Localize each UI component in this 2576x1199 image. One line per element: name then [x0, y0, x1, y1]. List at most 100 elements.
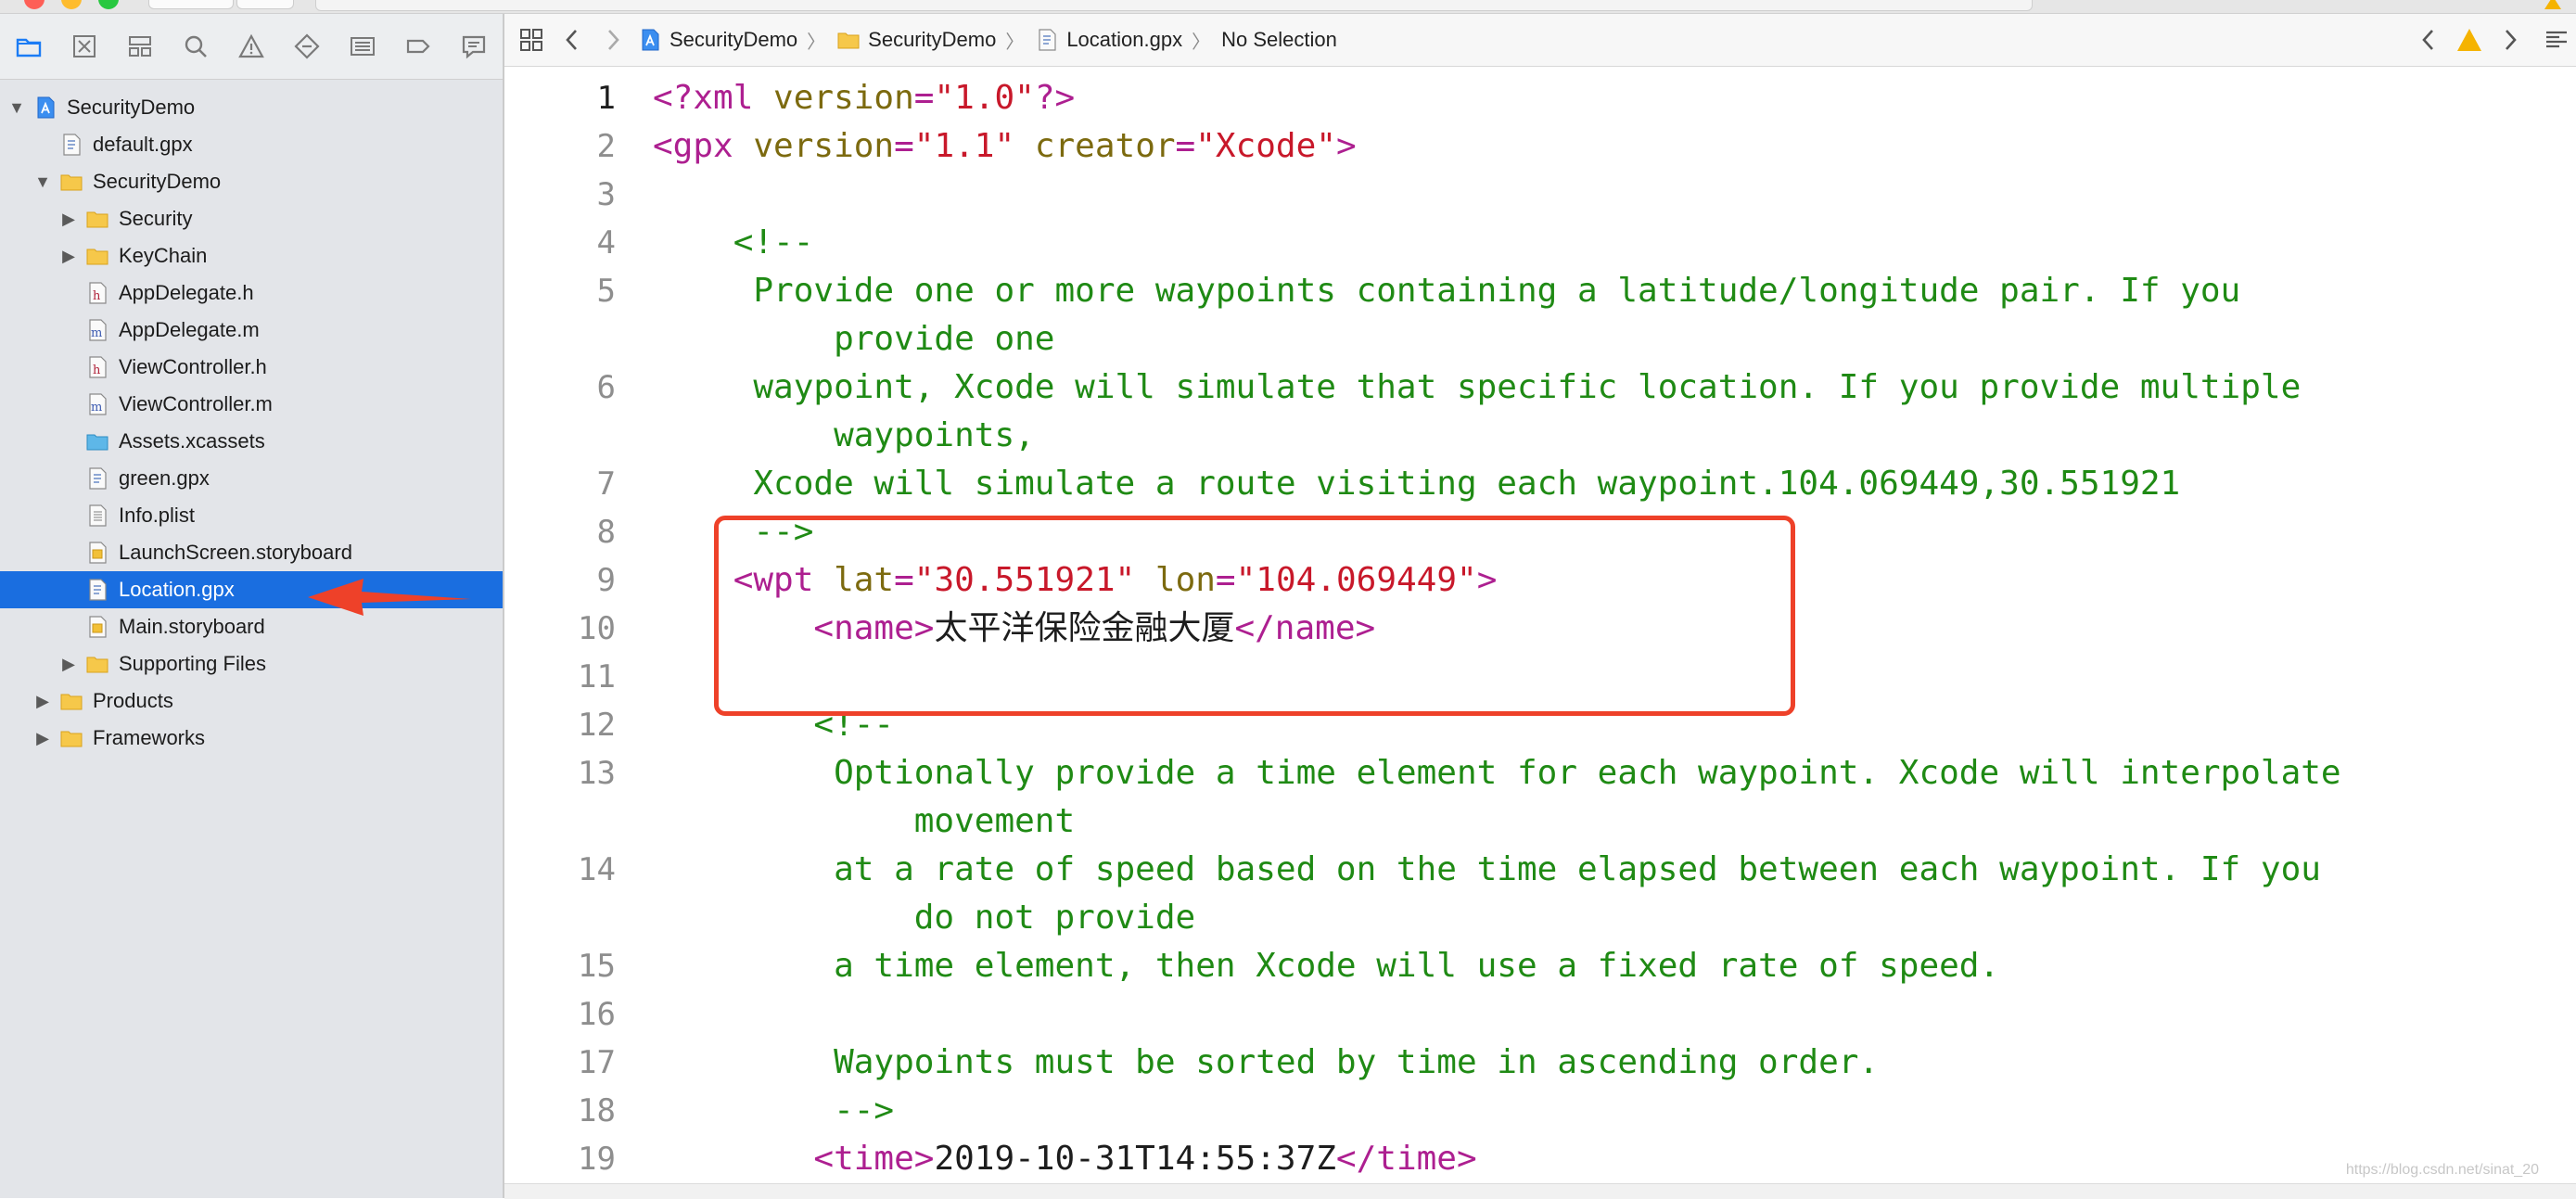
code-line[interactable]: 18 --> [504, 1087, 2576, 1135]
code-token: <gpx [653, 127, 754, 165]
tree-item-supporting-files[interactable]: ▶ Supporting Files [0, 645, 503, 682]
code-line[interactable]: 1 <?xml version="1.0"?> [504, 74, 2576, 122]
tree-item-products[interactable]: ▶ Products [0, 682, 503, 720]
tree-item-appdelegate-m[interactable]: m AppDelegate.m [0, 312, 503, 349]
tree-item-launchscreen-storyboard[interactable]: LaunchScreen.storyboard [0, 534, 503, 571]
tree-item-keychain[interactable]: ▶ KeyChain [0, 237, 503, 274]
symbol-navigator-icon[interactable] [122, 29, 158, 64]
next-issue-chevron-icon[interactable] [2496, 26, 2524, 54]
chevron-right-icon[interactable] [599, 26, 627, 54]
tree-item-appdelegate-h[interactable]: h AppDelegate.h [0, 274, 503, 312]
line-number: 5 [596, 273, 616, 310]
code-token: ?> [1034, 79, 1076, 117]
breakpoint-navigator-icon[interactable] [401, 29, 436, 64]
run-button[interactable] [148, 0, 234, 9]
stop-button[interactable] [236, 0, 294, 9]
file-tree: ▼ SecurityDemo default.gpx ▼ SecurityDemo ▶ Se… [0, 80, 503, 757]
code-line[interactable]: 13 Optionally provide a time element for… [504, 749, 2576, 797]
tree-item-label: KeyChain [119, 244, 208, 267]
code-line[interactable]: 19 <time>2019-10-31T14:55:37Z</time> [504, 1135, 2576, 1183]
disclosure-triangle-icon[interactable]: ▶ [33, 729, 52, 748]
minimize-window-button[interactable] [61, 0, 82, 9]
tree-item-info-plist[interactable]: Info.plist [0, 497, 503, 534]
line-number: 12 [578, 707, 616, 744]
tree-item-assets-xcassets[interactable]: Assets.xcassets [0, 423, 503, 460]
disclosure-triangle-icon[interactable]: ▶ [59, 655, 78, 674]
warning-icon[interactable] [2457, 29, 2481, 51]
code-token: <?xml [653, 79, 774, 117]
editor-options-icon[interactable] [2543, 26, 2570, 54]
svg-text:h: h [93, 364, 101, 377]
code-line[interactable]: 4 <!-- [504, 219, 2576, 267]
folder-icon [85, 652, 109, 676]
code-line[interactable]: 8 --> [504, 508, 2576, 556]
disclosure-triangle-icon[interactable]: ▶ [59, 210, 78, 229]
line-number: 14 [578, 851, 616, 888]
related-items-icon[interactable] [517, 26, 545, 54]
project-navigator-icon[interactable] [11, 29, 46, 64]
code-line[interactable]: 2 <gpx version="1.1" creator="Xcode"> [504, 122, 2576, 171]
scheme-activity-field[interactable] [315, 0, 2033, 11]
code-line[interactable]: 10 <name>太平洋保险金融大厦</name> [504, 605, 2576, 653]
code-token: movement [653, 802, 1076, 840]
code-line[interactable]: 9 <wpt lat="30.551921" lon="104.069449"> [504, 556, 2576, 605]
chevron-left-icon[interactable] [558, 26, 586, 54]
code-line[interactable]: 6 waypoint, Xcode will simulate that spe… [504, 364, 2576, 412]
code-token: at a rate of speed based on the time ela… [653, 850, 2321, 888]
breadcrumb-group[interactable]: SecurityDemo 〉 [836, 27, 1024, 54]
tree-item-security[interactable]: ▶ Security [0, 200, 503, 237]
code-line[interactable]: 3 [504, 171, 2576, 219]
tree-item-viewcontroller-m[interactable]: m ViewController.m [0, 386, 503, 423]
disclosure-triangle-icon[interactable]: ▼ [33, 172, 52, 192]
disclosure-triangle-icon[interactable]: ▶ [33, 692, 52, 711]
code-line[interactable]: 11 [504, 653, 2576, 701]
code-line[interactable]: do not provide [504, 894, 2576, 942]
test-navigator-icon[interactable] [289, 29, 325, 64]
code-line[interactable]: movement [504, 797, 2576, 846]
code-line[interactable]: 17 Waypoints must be sorted by time in a… [504, 1039, 2576, 1087]
source-editor: SecurityDemo 〉 SecurityDemo 〉 Location.g… [504, 14, 2576, 1199]
breadcrumb-project[interactable]: SecurityDemo 〉 [638, 27, 825, 54]
code-token: <!-- [653, 223, 814, 261]
code-token: "30.551921" [913, 561, 1136, 599]
tree-item-frameworks[interactable]: ▶ Frameworks [0, 720, 503, 757]
folder-icon [85, 207, 109, 231]
breadcrumb-file[interactable]: Location.gpx 〉 [1035, 27, 1210, 54]
code-line[interactable]: 7 Xcode will simulate a route visiting e… [504, 460, 2576, 508]
line-number: 19 [578, 1141, 616, 1178]
disclosure-triangle-icon[interactable]: ▶ [59, 247, 78, 266]
horizontal-scrollbar[interactable] [504, 1183, 2576, 1199]
warning-icon[interactable] [2544, 0, 2561, 9]
issue-navigator-icon[interactable] [234, 29, 269, 64]
search-icon[interactable] [178, 29, 213, 64]
tree-item-viewcontroller-h[interactable]: h ViewController.h [0, 349, 503, 386]
breadcrumb-selection[interactable]: No Selection [1221, 28, 1337, 52]
line-number: 15 [578, 948, 616, 985]
code-line[interactable]: 14 at a rate of speed based on the time … [504, 846, 2576, 894]
code-line[interactable]: 12 <!-- [504, 701, 2576, 749]
code-line[interactable]: provide one [504, 315, 2576, 364]
tree-item-default-gpx[interactable]: default.gpx [0, 126, 503, 163]
tree-item-green-gpx[interactable]: green.gpx [0, 460, 503, 497]
code-line[interactable]: waypoints, [504, 412, 2576, 460]
tree-item-label: ViewController.h [119, 355, 267, 378]
disclosure-triangle-icon[interactable]: ▼ [7, 98, 26, 118]
code-line[interactable]: 16 [504, 990, 2576, 1039]
code-line[interactable]: 15 a time element, then Xcode will use a… [504, 942, 2576, 990]
tree-item-securitydemo[interactable]: ▼ SecurityDemo [0, 163, 503, 200]
close-window-button[interactable] [24, 0, 45, 9]
code-token: lon [1135, 561, 1216, 599]
code-line[interactable]: 5 Provide one or more waypoints containi… [504, 267, 2576, 315]
zoom-window-button[interactable] [98, 0, 119, 9]
tree-item-securitydemo[interactable]: ▼ SecurityDemo [0, 89, 503, 126]
previous-issue-chevron-icon[interactable] [2415, 26, 2442, 54]
code-text: <time>2019-10-31T14:55:37Z</time> [653, 1135, 1476, 1183]
line-number: 9 [596, 562, 616, 599]
source-control-icon[interactable] [67, 29, 102, 64]
debug-navigator-icon[interactable] [345, 29, 380, 64]
tree-item-label: Assets.xcassets [119, 429, 265, 453]
report-navigator-icon[interactable] [456, 29, 491, 64]
line-number: 16 [578, 996, 616, 1033]
project-navigator: ▼ SecurityDemo default.gpx ▼ SecurityDemo ▶ Se… [0, 14, 504, 1198]
code-area[interactable]: 19 <time>2019-10-31T14:55:37Z</time> 18 -… [504, 67, 2576, 1199]
